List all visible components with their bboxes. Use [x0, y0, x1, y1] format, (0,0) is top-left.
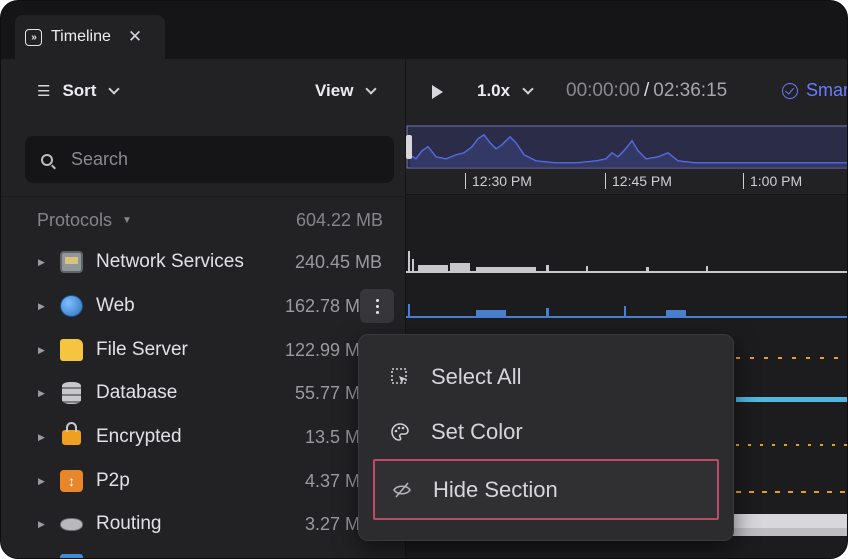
menu-item-label: Hide Section: [433, 476, 558, 502]
playback-toolbar: 1.0x 00:00:00/02:36:15 Smar: [406, 59, 848, 125]
palette-icon: [390, 422, 410, 442]
protocol-size: 3.27 M: [304, 513, 360, 534]
protocol-row-web[interactable]: ▶ Web 162.78 M: [1, 286, 406, 326]
time-readout: 00:00:00/02:36:15: [566, 80, 727, 102]
tab-timeline[interactable]: » Timeline ✕: [15, 15, 165, 59]
menu-item-set-color[interactable]: Set Color: [373, 407, 719, 457]
eye-off-icon: [392, 480, 412, 500]
divider: [1, 196, 406, 197]
time-tick: 12:30 PM: [465, 173, 532, 189]
check-circle-icon: [782, 82, 798, 99]
play-icon[interactable]: [432, 85, 443, 99]
chevron-down-icon: [522, 82, 534, 95]
sort-list-icon: ☰: [37, 83, 51, 100]
protocol-row-network-services[interactable]: ▶ Network Services 240.45 MB: [1, 242, 406, 282]
menu-item-select-all[interactable]: Select All: [373, 352, 719, 402]
time-separator: /: [643, 80, 650, 101]
context-menu: Select All Set Color Hide Section: [358, 334, 734, 541]
more-options-button[interactable]: [360, 289, 394, 323]
dot: [375, 310, 379, 314]
search-input[interactable]: [71, 149, 371, 170]
select-all-icon: [390, 367, 410, 387]
p2p-icon: ↕: [60, 470, 83, 492]
protocol-name: Routing: [96, 513, 162, 534]
protocol-name: Encrypted: [96, 426, 182, 447]
globe-icon: [60, 295, 83, 317]
protocol-row-file-server[interactable]: ▶ File Server 122.99 M: [1, 330, 406, 370]
chevron-down-icon: [365, 82, 378, 95]
expand-arrow-icon[interactable]: ▶: [38, 432, 45, 443]
partial-row-icon: [60, 554, 83, 558]
router-icon: [60, 518, 83, 531]
protocol-name: File Server: [96, 339, 188, 360]
lock-icon: [62, 422, 81, 445]
protocol-row-routing[interactable]: ▶ Routing 3.27 M: [1, 504, 406, 544]
protocol-name: P2p: [96, 470, 130, 491]
timeline-window: » Timeline ✕ ☰ Sort View Protocols ▼ 6: [0, 0, 848, 559]
smart-label: Smar: [806, 80, 848, 100]
database-icon: [62, 382, 81, 404]
time-axis: 12:30 PM 12:45 PM 1:00 PM: [406, 167, 847, 195]
expand-arrow-icon[interactable]: ▶: [38, 388, 45, 399]
time-tick: 1:00 PM: [743, 173, 802, 189]
tab-title: Timeline: [51, 28, 111, 45]
sort-label: Sort: [62, 81, 97, 100]
dot: [375, 298, 379, 302]
smart-toggle[interactable]: Smar: [782, 80, 848, 101]
total-duration: 02:36:15: [653, 80, 728, 101]
protocols-header[interactable]: Protocols ▼ 604.22 MB: [37, 208, 383, 232]
network-services-icon: [60, 251, 83, 273]
sort-button[interactable]: ☰ Sort: [37, 81, 121, 101]
sidebar-expand-icon: »: [25, 28, 42, 46]
expand-arrow-icon[interactable]: ▶: [38, 345, 45, 356]
menu-item-hide-section[interactable]: Hide Section: [373, 459, 719, 520]
expand-arrow-icon[interactable]: ▶: [38, 476, 45, 487]
speed-select[interactable]: 1.0x: [477, 81, 534, 101]
close-icon[interactable]: ✕: [128, 27, 142, 47]
search-icon: [41, 153, 53, 166]
protocol-size: 240.45 MB: [294, 251, 382, 272]
protocols-header-label: Protocols: [37, 209, 113, 230]
caret-down-icon: ▼: [122, 214, 132, 226]
dot: [375, 304, 379, 308]
view-button[interactable]: View: [315, 81, 378, 101]
protocol-size: 162.78 M: [284, 295, 360, 316]
folder-icon: [60, 339, 83, 361]
protocol-name: Web: [96, 295, 135, 316]
expand-arrow-icon[interactable]: ▶: [38, 301, 45, 312]
speed-label: 1.0x: [477, 81, 511, 100]
tab-bar: » Timeline ✕: [1, 1, 847, 59]
protocols-panel: ☰ Sort View Protocols ▼ 604.22 MB ▶ Net: [1, 59, 406, 558]
protocols-total-size: 604.22 MB: [295, 209, 383, 230]
chevron-down-icon: [108, 82, 121, 95]
protocol-row-p2p[interactable]: ▶ ↕ P2p 4.37 M: [1, 461, 406, 501]
protocol-name: Network Services: [96, 251, 244, 272]
menu-item-label: Select All: [431, 364, 522, 389]
expand-arrow-icon[interactable]: ▶: [38, 257, 45, 268]
protocol-row-encrypted[interactable]: ▶ Encrypted 13.5 M: [1, 417, 406, 457]
protocol-size: 55.77 M: [294, 382, 360, 403]
protocol-size: 122.99 M: [284, 339, 360, 360]
current-time: 00:00:00: [566, 80, 640, 101]
protocol-size: 4.37 M: [304, 470, 360, 491]
left-toolbar: ☰ Sort View: [1, 59, 406, 125]
protocol-name: Database: [96, 382, 178, 403]
expand-arrow-icon[interactable]: ▶: [38, 519, 45, 530]
time-tick: 12:45 PM: [605, 173, 672, 189]
protocol-size: 13.5 M: [304, 426, 360, 447]
protocol-row-database[interactable]: ▶ Database 55.77 M: [1, 373, 406, 413]
search-box: [25, 136, 394, 183]
overview-sparkline: [406, 125, 847, 169]
view-label: View: [315, 81, 354, 100]
menu-item-label: Set Color: [431, 419, 523, 444]
